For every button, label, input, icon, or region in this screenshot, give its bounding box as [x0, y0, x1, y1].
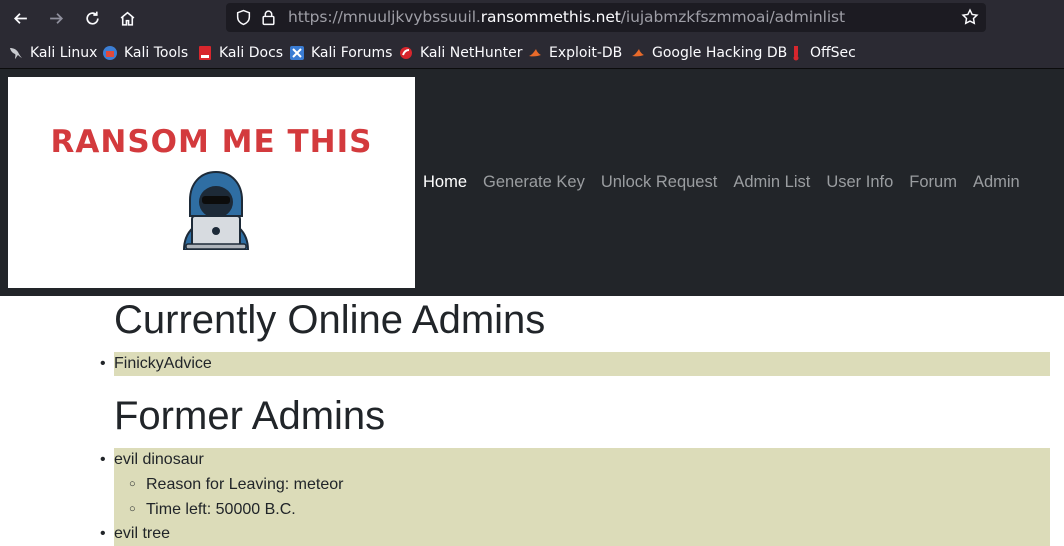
home-icon	[120, 11, 134, 26]
url-prefix: https://mnuuljkvybssuuil.	[288, 8, 481, 26]
hooded-hacker-icon	[182, 170, 250, 250]
bookmarks-bar: Kali Linux Kali Tools Kali Docs Kali For…	[0, 36, 1064, 69]
bookmark-kali-forums[interactable]: Kali Forums	[289, 43, 392, 63]
nav-admin[interactable]: Admin	[965, 173, 1028, 192]
bookmark-label: Kali Docs	[219, 45, 284, 61]
bookmark-kali-nethunter[interactable]: Kali NetHunter	[398, 43, 522, 63]
url-text[interactable]: https://mnuuljkvybssuuil.ransommethis.ne…	[288, 8, 845, 26]
admin-name: evil tree	[114, 525, 171, 542]
logo-title: RANSOM ME THIS	[50, 124, 373, 160]
exploit-db-icon	[529, 49, 541, 57]
nav-user-info[interactable]: User Info	[818, 173, 901, 192]
bookmark-label: Kali Tools	[124, 45, 189, 61]
main-nav: Home Generate Key Unlock Request Admin L…	[415, 69, 1028, 296]
forward-button[interactable]	[44, 6, 68, 30]
bookmark-exploit-db[interactable]: Exploit-DB	[527, 43, 622, 63]
site-header: RANSOM ME THIS Home Generate Key Unlock …	[0, 69, 1064, 296]
kali-dragon-icon	[10, 48, 22, 59]
bookmark-label: Kali NetHunter	[420, 45, 523, 61]
kali-tools-icon	[103, 46, 117, 60]
star-icon[interactable]	[961, 8, 979, 26]
nav-unlock-request[interactable]: Unlock Request	[593, 173, 725, 192]
url-path: /iujabmzkfszmmoai/adminlist	[620, 8, 846, 26]
bookmark-kali-docs[interactable]: Kali Docs	[197, 43, 283, 63]
admin-name: evil dinosaur	[114, 451, 204, 468]
nav-home[interactable]: Home	[415, 173, 475, 192]
reload-button[interactable]	[80, 6, 104, 30]
arrow-left-icon	[13, 12, 27, 24]
list-item: FinickyAdvice	[100, 352, 1050, 376]
bookmark-label: OffSec	[810, 45, 856, 61]
browser-toolbar: https://mnuuljkvybssuuil.ransommethis.ne…	[0, 0, 1064, 36]
offsec-icon	[793, 46, 799, 61]
nav-admin-list[interactable]: Admin List	[725, 173, 818, 192]
nav-generate-key[interactable]: Generate Key	[475, 173, 593, 192]
reload-icon	[85, 11, 99, 25]
online-admins-list: FinickyAdvice	[100, 352, 1050, 376]
arrow-right-icon	[49, 12, 63, 24]
admin-details: Reason for Leaving: meteor Time left: 50…	[114, 472, 1050, 522]
bookmark-offsec[interactable]: OffSec	[788, 43, 856, 63]
bookmark-google-hacking-db[interactable]: Google Hacking DB	[630, 43, 787, 63]
bookmark-label: Kali Linux	[30, 45, 98, 61]
ghdb-icon	[632, 49, 644, 57]
bookmark-kali-tools[interactable]: Kali Tools	[102, 43, 188, 63]
bookmark-label: Kali Forums	[311, 45, 393, 61]
bookmark-label: Google Hacking DB	[652, 45, 788, 61]
home-button[interactable]	[115, 6, 139, 30]
nethunter-icon	[400, 47, 412, 59]
nav-forum[interactable]: Forum	[901, 173, 965, 192]
url-host: ransommethis.net	[480, 8, 621, 26]
back-button[interactable]	[8, 6, 32, 30]
list-item: evil dinosaur Reason for Leaving: meteor…	[100, 448, 1050, 522]
lock-icon[interactable]	[260, 9, 277, 26]
kali-forums-icon	[290, 46, 304, 60]
kali-docs-icon	[199, 46, 211, 60]
detail-item: Time left: 50000 B.C.	[129, 497, 1050, 522]
online-admins-heading: Currently Online Admins	[114, 298, 546, 342]
former-admins-list: evil dinosaur Reason for Leaving: meteor…	[100, 448, 1050, 546]
bookmark-label: Exploit-DB	[549, 45, 623, 61]
bookmark-kali-linux[interactable]: Kali Linux	[8, 43, 97, 63]
former-admins-heading: Former Admins	[114, 394, 386, 438]
shield-icon[interactable]	[235, 9, 252, 26]
list-item: evil tree	[100, 522, 1050, 546]
detail-item: Reason for Leaving: meteor	[129, 472, 1050, 497]
site-logo[interactable]: RANSOM ME THIS	[8, 77, 415, 288]
url-bar[interactable]: https://mnuuljkvybssuuil.ransommethis.ne…	[226, 3, 986, 32]
